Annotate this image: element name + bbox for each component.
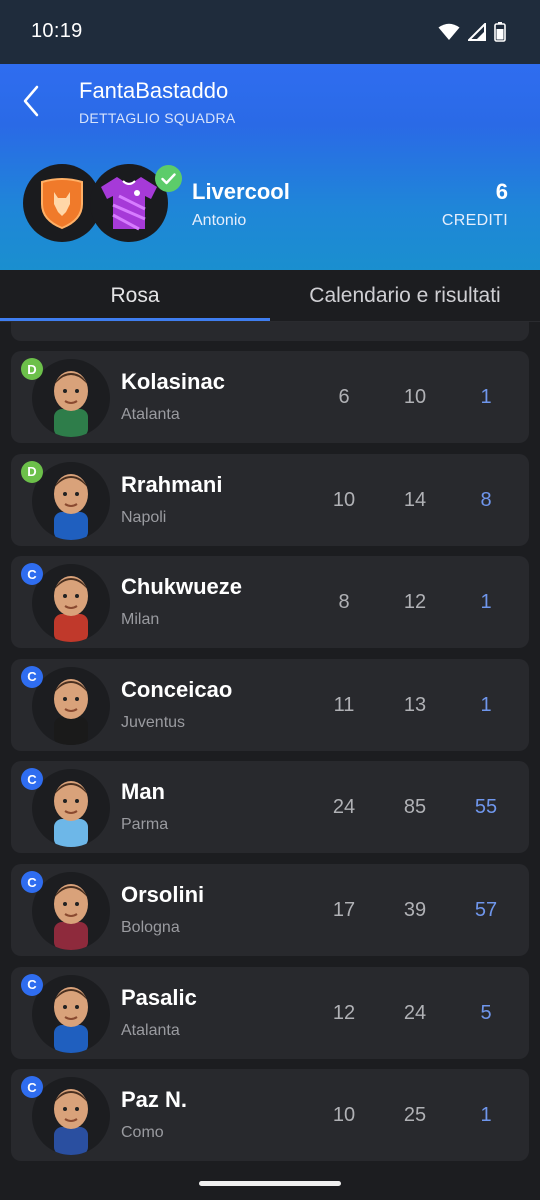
player-club: Juventus bbox=[121, 713, 186, 731]
back-button[interactable] bbox=[14, 82, 48, 120]
player-caricature-icon bbox=[54, 781, 88, 848]
player-stat-1: 11 bbox=[333, 693, 355, 716]
page-subtitle: DETTAGLIO SQUADRA bbox=[79, 110, 236, 126]
verified-badge bbox=[155, 165, 182, 192]
wifi-icon bbox=[438, 23, 460, 40]
player-club: Milan bbox=[121, 611, 160, 629]
player-stat-3: 1 bbox=[480, 1104, 492, 1127]
player-stat-3: 1 bbox=[480, 591, 492, 614]
tab-rosa[interactable]: Rosa bbox=[0, 270, 270, 322]
player-name: Kolasinac bbox=[121, 369, 225, 394]
player-stat-3: 8 bbox=[480, 488, 492, 511]
player-name: Orsolini bbox=[121, 882, 205, 907]
player-stat-2: 25 bbox=[403, 1104, 427, 1127]
credits-value: 6 bbox=[495, 179, 508, 204]
player-club: Napoli bbox=[121, 508, 167, 526]
credits-label: CREDITI bbox=[441, 212, 508, 229]
league-title: FantaBastaddo bbox=[79, 78, 229, 103]
system-nav-bar bbox=[0, 1168, 540, 1200]
table-row[interactable]: D Kolasinac Atalanta 6 10 1 bbox=[11, 351, 529, 443]
player-stat-1: 12 bbox=[332, 1001, 356, 1024]
team-name: Livercool bbox=[192, 179, 290, 204]
signal-icon bbox=[468, 23, 486, 41]
list-item[interactable] bbox=[11, 322, 529, 341]
player-name: Conceicao bbox=[121, 676, 233, 702]
player-avatar bbox=[32, 974, 110, 1053]
player-stat-2: 24 bbox=[403, 1001, 427, 1024]
player-stat-2: 13 bbox=[403, 693, 427, 716]
status-icons bbox=[438, 22, 506, 42]
table-row[interactable]: C Pasalic Atalanta 12 24 5 bbox=[11, 966, 529, 1059]
role-badge: D bbox=[21, 460, 43, 483]
owner-name: Antonio bbox=[192, 212, 247, 229]
tab-calendario[interactable]: Calendario e risultati bbox=[270, 270, 540, 322]
player-stat-2: 10 bbox=[403, 386, 427, 408]
table-row[interactable]: C Man Parma 24 85 55 bbox=[11, 761, 529, 854]
status-bar: 10:19 bbox=[0, 0, 540, 64]
player-avatar bbox=[32, 1077, 110, 1156]
role-badge: C bbox=[21, 665, 43, 688]
player-stat-1: 10 bbox=[332, 1104, 356, 1127]
player-stat-2: 12 bbox=[403, 591, 427, 614]
wolf-shield-icon bbox=[41, 178, 83, 230]
player-stat-3: 1 bbox=[480, 386, 492, 408]
player-caricature-icon bbox=[54, 576, 88, 643]
player-stat-2: 39 bbox=[403, 899, 427, 921]
player-caricature-icon bbox=[54, 884, 88, 950]
player-caricature-icon bbox=[54, 986, 88, 1053]
player-stat-2: 85 bbox=[403, 796, 427, 819]
player-club: Bologna bbox=[121, 919, 180, 936]
player-avatar bbox=[32, 461, 110, 540]
player-stat-1: 10 bbox=[332, 488, 356, 511]
player-caricature-icon bbox=[54, 371, 88, 437]
table-row[interactable]: C Orsolini Bologna 17 39 57 bbox=[11, 864, 529, 956]
player-stat-1: 6 bbox=[338, 386, 350, 408]
role-badge: C bbox=[21, 973, 43, 996]
team-header: FantaBastaddo DETTAGLIO SQUADRA Livercoo… bbox=[0, 64, 540, 270]
player-caricature-icon bbox=[54, 1089, 88, 1156]
player-avatar bbox=[32, 564, 110, 643]
player-stat-3: 1 bbox=[480, 693, 492, 716]
player-avatar bbox=[32, 872, 110, 950]
player-avatar bbox=[32, 359, 110, 437]
player-name: Man bbox=[121, 779, 165, 805]
tab-bar: Rosa Calendario e risultati bbox=[0, 270, 540, 322]
player-name: Rrahmani bbox=[121, 471, 223, 497]
chevron-left-icon bbox=[23, 85, 39, 117]
player-stat-1: 24 bbox=[332, 796, 356, 819]
table-row[interactable]: D Rrahmani Napoli 10 14 8 bbox=[11, 453, 529, 546]
player-avatar bbox=[32, 666, 110, 745]
player-name: Chukwueze bbox=[121, 574, 243, 600]
player-stat-2: 14 bbox=[403, 488, 427, 511]
table-row[interactable]: C Conceicao Juventus 11 13 1 bbox=[11, 658, 529, 751]
player-club: Como bbox=[121, 1124, 164, 1142]
jersey-icon bbox=[101, 177, 157, 231]
player-name: Pasalic bbox=[121, 984, 197, 1010]
player-avatar bbox=[32, 769, 110, 848]
table-row[interactable]: C Paz N. Como 10 25 1 bbox=[11, 1069, 529, 1162]
player-stat-3: 55 bbox=[474, 796, 498, 819]
player-club: Atalanta bbox=[121, 1021, 180, 1039]
active-tab-indicator bbox=[0, 318, 270, 321]
player-stat-3: 57 bbox=[474, 899, 498, 921]
player-caricature-icon bbox=[54, 473, 88, 540]
table-row[interactable]: C Chukwueze Milan 8 12 1 bbox=[11, 556, 529, 649]
player-list[interactable]: D Kolasinac Atalanta 6 10 1 D Rrahmani N… bbox=[0, 322, 540, 1168]
player-club: Atalanta bbox=[121, 406, 180, 423]
player-stat-1: 8 bbox=[338, 591, 350, 614]
player-name: Paz N. bbox=[121, 1087, 188, 1113]
player-caricature-icon bbox=[54, 678, 88, 745]
check-icon bbox=[161, 172, 176, 184]
role-badge: D bbox=[21, 358, 43, 380]
battery-icon bbox=[494, 22, 506, 42]
role-badge: C bbox=[21, 871, 43, 893]
player-stat-1: 17 bbox=[332, 899, 356, 921]
player-stat-3: 5 bbox=[480, 1001, 492, 1024]
player-club: Parma bbox=[121, 816, 169, 834]
home-indicator[interactable] bbox=[199, 1181, 341, 1186]
status-time: 10:19 bbox=[31, 20, 83, 42]
